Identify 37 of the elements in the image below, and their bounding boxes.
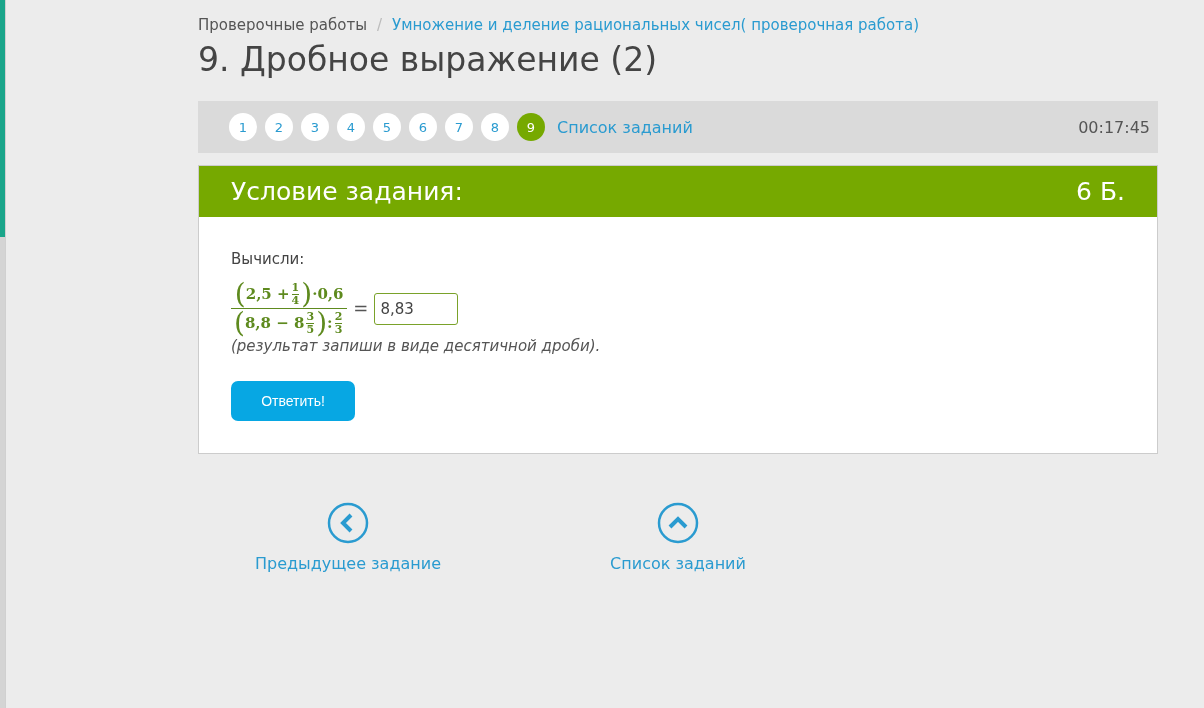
task-number-button[interactable]: 4 bbox=[337, 113, 365, 141]
breadcrumb-separator: / bbox=[377, 16, 383, 34]
answer-hint: (результат запиши в виде десятичной дроби). bbox=[231, 337, 602, 355]
task-number-button[interactable]: 6 bbox=[409, 113, 437, 141]
task-number-button[interactable]: 8 bbox=[481, 113, 509, 141]
page-title: 9. Дробное выражение (2) bbox=[198, 40, 659, 79]
timer: 00:17:45 bbox=[1078, 117, 1150, 137]
task-number-button[interactable]: 5 bbox=[373, 113, 401, 141]
math-fraction: 1 4 bbox=[291, 281, 300, 307]
task-number-button[interactable]: 9 bbox=[517, 113, 545, 141]
math-paren: ) bbox=[316, 309, 328, 337]
math-paren: ( bbox=[234, 280, 246, 308]
submit-button[interactable]: Ответить! bbox=[231, 381, 355, 421]
math-text: : bbox=[327, 314, 333, 332]
task-number-button[interactable]: 7 bbox=[445, 113, 473, 141]
task-number-button[interactable]: 3 bbox=[301, 113, 329, 141]
nav-link[interactable]: Предыдущее задание bbox=[198, 502, 498, 573]
breadcrumb-link[interactable]: Умножение и деление рациональных чисел( проверочная работа) bbox=[392, 16, 919, 34]
answer-field[interactable]: 8,83 bbox=[374, 292, 459, 325]
up-chevron-circle-icon bbox=[657, 502, 699, 544]
math-paren: ( bbox=[234, 309, 245, 337]
breadcrumb-text: Проверочные работы bbox=[198, 16, 367, 34]
task-list-link[interactable]: Список заданий bbox=[557, 117, 693, 137]
task-heading: Условие задания: bbox=[231, 177, 463, 206]
task-number-button[interactable]: 1 bbox=[229, 113, 257, 141]
math-fraction: 3 5 bbox=[306, 310, 315, 336]
math-text: 2,5 + bbox=[245, 285, 290, 303]
task-prompt: Вычисли: bbox=[231, 250, 306, 268]
math-text: ·0,6 bbox=[312, 285, 344, 303]
left-chevron-circle-icon bbox=[327, 502, 369, 544]
math-paren: ) bbox=[301, 280, 313, 308]
math-text: 8,8 − 8 bbox=[244, 314, 305, 332]
nav-link[interactable]: Список заданий bbox=[528, 502, 828, 573]
math-fraction: 2 3 bbox=[334, 310, 343, 336]
equals-sign: = bbox=[353, 298, 369, 319]
task-number-button[interactable]: 2 bbox=[265, 113, 293, 141]
task-points: 6 Б. bbox=[1076, 177, 1125, 206]
